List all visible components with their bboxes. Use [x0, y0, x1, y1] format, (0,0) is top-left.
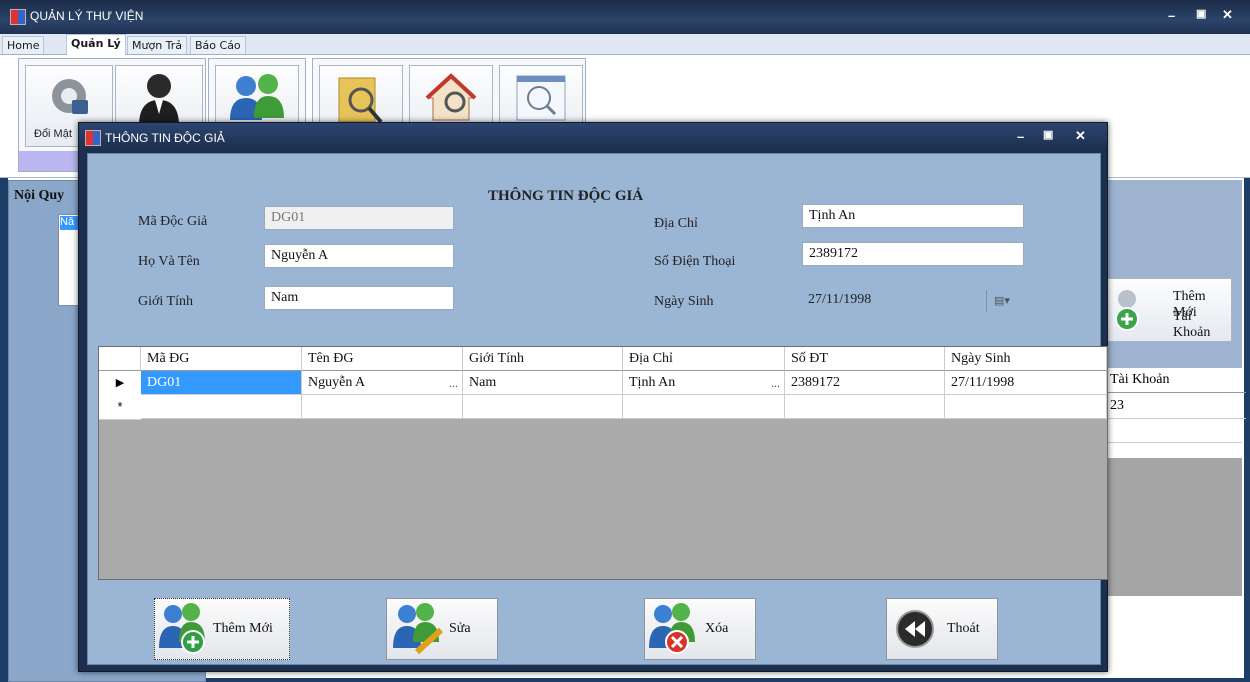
table-cell[interactable]: Nguyễn A ...	[302, 371, 463, 395]
exit-button-label: Thoát	[947, 621, 980, 636]
dialog-body: THÔNG TIN ĐỘC GIẢ Mã Độc Giả DG01 Họ Và …	[87, 153, 1108, 665]
new-row-cell[interactable]	[785, 395, 945, 419]
so-dien-thoai-label: Số Điện Thoại	[654, 254, 736, 269]
account-grid-empty-area	[1106, 458, 1242, 596]
ngay-sinh-label: Ngày Sinh	[654, 294, 714, 309]
col-header-gioi-tinh[interactable]: Giới Tính	[463, 347, 623, 371]
add-user-icon	[1115, 290, 1139, 331]
col-header-dia-chi[interactable]: Địa Chỉ	[623, 347, 785, 371]
maximize-icon[interactable]: ▣	[1196, 7, 1206, 20]
edit-button[interactable]: Sửa	[386, 598, 498, 660]
dialog-maximize-icon[interactable]: ▣	[1043, 128, 1053, 141]
delete-button-label: Xóa	[705, 621, 729, 636]
ellipsis: ...	[771, 376, 780, 390]
dialog-close-icon[interactable]: ✕	[1075, 128, 1086, 144]
add-account-button[interactable]: Thêm Mới Tài Khoản	[1106, 278, 1232, 342]
back-arrow-icon	[896, 610, 934, 648]
delete-button[interactable]: Xóa	[644, 598, 756, 660]
tab-muon-tra[interactable]: Mượn Trả	[127, 36, 188, 54]
app-icon	[10, 9, 26, 25]
cell-text: Nguyễn A	[308, 375, 366, 390]
add-account-label-2: Tài Khoản	[1173, 309, 1211, 340]
row-header-current[interactable]: ▶	[99, 371, 142, 396]
delete-reader-icon	[649, 603, 695, 654]
edit-button-label: Sửa	[449, 621, 471, 636]
gioi-tinh-label: Giới Tính	[138, 294, 193, 309]
reader-grid[interactable]: Mã ĐG Tên ĐG Giới Tính Địa Chỉ Số ĐT Ngà…	[98, 346, 1108, 580]
table-cell[interactable]: DG01	[141, 371, 302, 395]
main-window-title: QUẢN LÝ THƯ VIỆN	[30, 9, 144, 23]
minimize-icon[interactable]: –	[1168, 8, 1175, 23]
change-password-label: Đổi Mật	[34, 128, 72, 140]
dia-chi-input[interactable]: Tịnh An	[802, 204, 1024, 228]
calendar-dropdown-icon[interactable]: ▤▾	[986, 290, 1017, 312]
ma-doc-gia-input[interactable]: DG01	[264, 206, 454, 230]
new-row-cell[interactable]	[463, 395, 623, 419]
gear-icon	[52, 79, 88, 114]
dia-chi-label: Địa Chỉ	[654, 216, 698, 231]
col-header-so-dt[interactable]: Số ĐT	[785, 347, 945, 371]
dialog-title-bar: THÔNG TIN ĐỘC GIẢ – ▣ ✕	[79, 123, 1107, 151]
so-dien-thoai-input[interactable]: 2389172	[802, 242, 1024, 266]
ho-ten-input[interactable]: Nguyễn A	[264, 244, 454, 268]
row-header-new[interactable]: *	[99, 395, 142, 420]
grid-corner	[99, 347, 141, 371]
folder-search-icon	[338, 77, 383, 124]
dialog-minimize-icon[interactable]: –	[1017, 129, 1024, 144]
edit-reader-icon	[393, 603, 444, 655]
main-title-bar: QUẢN LÝ THƯ VIỆN – ▣ ✕	[0, 0, 1250, 34]
house-search-icon	[425, 73, 477, 121]
add-button[interactable]: Thêm Mới	[154, 598, 290, 660]
user-icon	[139, 74, 179, 126]
users-icon	[230, 74, 284, 120]
form-heading: THÔNG TIN ĐỘC GIẢ	[488, 188, 644, 204]
tab-bao-cao[interactable]: Báo Cáo	[190, 36, 246, 54]
rules-title: Nội Quy	[14, 188, 65, 203]
add-reader-icon	[159, 603, 205, 654]
table-cell[interactable]: 27/11/1998	[945, 371, 1107, 395]
tab-home[interactable]: Home	[2, 36, 45, 54]
ribbon-tabs: Home Quản Lý Mượn Trả Báo Cáo	[0, 34, 1250, 55]
dialog-title: THÔNG TIN ĐỘC GIẢ	[105, 131, 225, 145]
account-grid-empty-row[interactable]	[1106, 420, 1242, 443]
magnifier-icon	[516, 75, 566, 121]
table-cell[interactable]: 2389172	[785, 371, 945, 395]
new-row-cell[interactable]	[302, 395, 463, 419]
col-header-ma-dg[interactable]: Mã ĐG	[141, 347, 302, 371]
account-grid-cell[interactable]: 23	[1106, 394, 1246, 419]
add-button-label: Thêm Mới	[213, 621, 273, 636]
new-row-cell[interactable]	[623, 395, 785, 419]
close-icon[interactable]: ✕	[1222, 7, 1233, 23]
col-header-ngay-sinh[interactable]: Ngày Sinh	[945, 347, 1107, 371]
exit-button[interactable]: Thoát	[886, 598, 998, 660]
ma-doc-gia-label: Mã Độc Giả	[138, 214, 208, 229]
ho-ten-label: Họ Và Tên	[138, 254, 200, 269]
table-cell[interactable]: Nam	[463, 371, 623, 395]
table-cell[interactable]: Tịnh An ...	[623, 371, 785, 395]
reader-info-dialog: THÔNG TIN ĐỘC GIẢ – ▣ ✕ THÔNG TIN ĐỘC GI…	[78, 122, 1108, 672]
ngay-sinh-value[interactable]: 27/11/1998	[808, 292, 871, 308]
cell-text: Tịnh An	[629, 375, 676, 390]
dialog-app-icon	[85, 130, 101, 146]
new-row-cell[interactable]	[945, 395, 1107, 419]
tab-quan-ly[interactable]: Quản Lý	[66, 34, 126, 55]
ellipsis: ...	[449, 376, 458, 390]
gioi-tinh-input[interactable]: Nam	[264, 286, 454, 310]
new-row-cell[interactable]	[141, 395, 302, 419]
account-grid-header: Tài Khoản	[1106, 368, 1246, 393]
col-header-ten-dg[interactable]: Tên ĐG	[302, 347, 463, 371]
